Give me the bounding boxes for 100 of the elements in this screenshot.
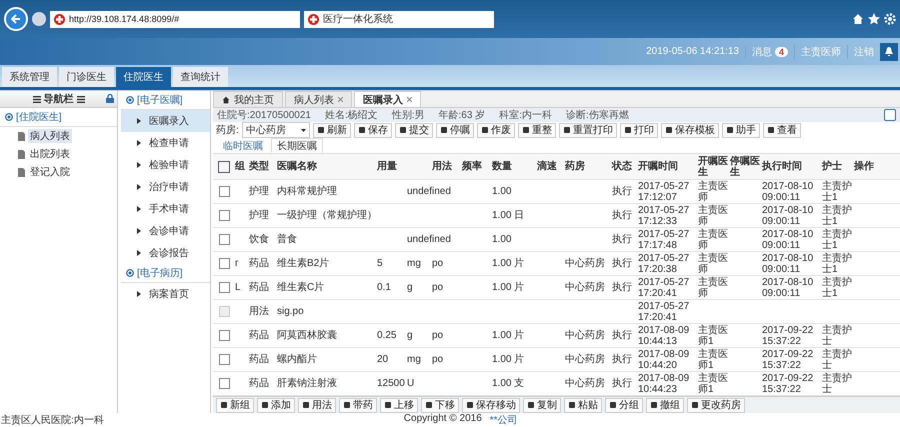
- toolbar-button[interactable]: 刷新: [312, 122, 351, 138]
- pharmacy-select[interactable]: 中心药房: [242, 122, 310, 138]
- row-checkbox[interactable]: [219, 330, 230, 341]
- row-checkbox[interactable]: [219, 234, 230, 245]
- triangle-icon: [137, 291, 141, 297]
- browser-tab[interactable]: 医疗一体化系统: [304, 10, 494, 28]
- back-button[interactable]: [4, 7, 28, 31]
- forward-button[interactable]: [32, 12, 46, 26]
- company-link[interactable]: **公司: [490, 413, 518, 427]
- tree-item[interactable]: 出院列表: [28, 147, 72, 161]
- toolbar-button[interactable]: 提交: [394, 122, 433, 138]
- tree-item[interactable]: 登记入院: [28, 165, 72, 179]
- action-button[interactable]: 用法: [298, 398, 336, 412]
- patient-field: 性别:男: [392, 108, 425, 122]
- pharmacy-label: 药房:: [216, 124, 239, 137]
- settings-icon[interactable]: [884, 13, 896, 25]
- select-all-checkbox[interactable]: [218, 160, 230, 172]
- table-cell-text: 主责护士1: [822, 180, 853, 202]
- row-checkbox[interactable]: [219, 186, 230, 197]
- table-cell-text: 执行: [612, 354, 633, 365]
- home-icon[interactable]: [852, 13, 864, 25]
- action-button[interactable]: 撤组: [646, 398, 684, 412]
- main-tab[interactable]: 系统管理: [2, 67, 57, 87]
- action-button[interactable]: 下移: [421, 398, 459, 412]
- table-cell-text: 2017-08-10 09:00:11: [762, 204, 814, 226]
- toolbar-button[interactable]: 打印: [620, 122, 658, 138]
- toolbar-button[interactable]: 停嘱: [436, 122, 474, 138]
- row-checkbox[interactable]: [219, 378, 230, 389]
- menu-item[interactable]: 手术申请: [121, 198, 210, 220]
- medical-cross-icon: [54, 14, 65, 24]
- action-button[interactable]: 粘贴: [564, 398, 602, 412]
- close-icon[interactable]: [407, 97, 412, 102]
- address-bar[interactable]: http://39.108.174.48:8099/#: [50, 10, 300, 28]
- table-cell-text: L: [235, 282, 242, 293]
- toolbar-button[interactable]: 保存模板: [660, 122, 719, 138]
- page-tab[interactable]: 病人列表: [285, 91, 352, 107]
- section-header[interactable]: [住院医生]: [0, 108, 117, 127]
- toolbar-button[interactable]: 重置打印: [558, 122, 617, 138]
- menu-item[interactable]: 治疗申请: [121, 176, 210, 198]
- triangle-icon: [137, 184, 141, 190]
- table-cell-text: 药品: [249, 330, 270, 341]
- table-cell-text: 0.25: [377, 330, 398, 341]
- action-button[interactable]: 新组: [216, 398, 254, 412]
- table-cell-text: 1.00: [492, 234, 512, 245]
- column-header: 组: [235, 161, 246, 172]
- action-button[interactable]: 保存移动: [462, 398, 520, 412]
- tree-item[interactable]: 病人列表: [28, 129, 72, 143]
- toolbar-button[interactable]: 作废: [476, 122, 515, 138]
- navigation-title: 导航栏: [44, 92, 74, 106]
- table-cell-text: 主责医师: [698, 204, 729, 226]
- bell-button[interactable]: [880, 42, 898, 60]
- row-checkbox[interactable]: [219, 258, 230, 269]
- table-cell-text: 药品: [249, 354, 270, 365]
- star-icon[interactable]: [868, 13, 880, 25]
- table-cell-text: 2017-08-09 10:44:20: [638, 348, 690, 370]
- main-tab[interactable]: 查询统计: [173, 67, 228, 87]
- table-cell-text: mg: [407, 258, 422, 269]
- page-tab[interactable]: 我的主页: [213, 91, 283, 107]
- row-checkbox[interactable]: [219, 354, 230, 365]
- action-button[interactable]: 上移: [380, 398, 418, 412]
- patient-field: 科室:内一科: [499, 108, 552, 122]
- menu-item[interactable]: 医嘱录入: [121, 110, 210, 132]
- action-button[interactable]: 复制: [523, 398, 561, 412]
- action-button[interactable]: 更改药房: [687, 398, 745, 412]
- toolbar-button[interactable]: 重整: [518, 122, 556, 138]
- toolbar-button[interactable]: 保存: [354, 122, 392, 138]
- column-header: 开嘱医生: [698, 156, 729, 178]
- action-button[interactable]: 带药: [339, 398, 377, 412]
- order-tab[interactable]: 长期医嘱: [271, 138, 323, 153]
- table-cell-text: 2017-09-22 15:37:22: [762, 348, 814, 370]
- menu-item[interactable]: 会诊申请: [121, 220, 210, 242]
- page-tab[interactable]: 医嘱录入: [354, 91, 421, 107]
- lock-icon[interactable]: [106, 94, 114, 103]
- main-tab[interactable]: 门诊医生: [59, 67, 114, 87]
- toggle-checkbox[interactable]: [884, 109, 896, 121]
- table-cell-text: undefined: [407, 234, 452, 245]
- menu-item[interactable]: 病案首页: [121, 283, 210, 305]
- menu-item[interactable]: 会诊报告: [121, 242, 210, 264]
- table-cell-text: 2017-05-27 17:12:33: [638, 204, 690, 226]
- table-cell-text: 执行: [612, 210, 633, 221]
- table-cell-text: 肝素钠注射液: [277, 378, 338, 389]
- triangle-icon: [137, 162, 141, 168]
- row-checkbox[interactable]: [219, 210, 230, 221]
- table-cell-text: g: [407, 330, 414, 341]
- table-cell-text: 1.00 片: [492, 330, 526, 341]
- toolbar-button[interactable]: 查看: [762, 122, 801, 138]
- close-icon[interactable]: [338, 97, 343, 102]
- main-tab[interactable]: 住院医生: [116, 67, 171, 87]
- column-header: 执行时间: [762, 161, 803, 172]
- menu-item[interactable]: 检验申请: [121, 154, 210, 176]
- row-checkbox[interactable]: [219, 282, 230, 293]
- toolbar-button[interactable]: 助手: [722, 122, 760, 138]
- triangle-icon: [137, 250, 141, 256]
- messages-link[interactable]: 消息 4: [744, 44, 794, 58]
- action-button[interactable]: 添加: [257, 398, 295, 412]
- order-tab[interactable]: 临时医嘱: [217, 138, 269, 153]
- menu-item[interactable]: 检查申请: [121, 132, 210, 154]
- action-button[interactable]: 分组: [605, 398, 643, 412]
- section-header[interactable]: [电子病历]: [121, 264, 210, 283]
- column-header: 用量: [377, 161, 398, 172]
